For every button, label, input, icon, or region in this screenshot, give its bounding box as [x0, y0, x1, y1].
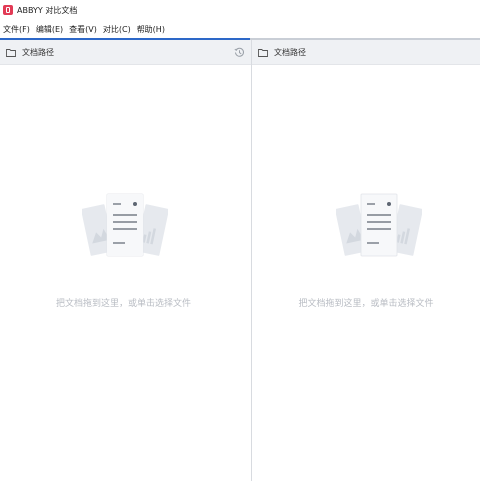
title-bar: ABBYY 对比文档 — [0, 0, 480, 20]
folder-icon[interactable] — [6, 48, 16, 57]
right-document-path-label: 文档路径 — [274, 47, 306, 57]
folder-icon[interactable] — [258, 48, 268, 57]
menu-edit[interactable]: 编辑(E) — [33, 24, 66, 35]
window-title: ABBYY 对比文档 — [17, 5, 78, 15]
right-pane-header[interactable]: 文档路径 — [252, 40, 480, 65]
menu-compare[interactable]: 对比(C) — [100, 24, 134, 35]
documents-illustration — [336, 193, 422, 257]
left-document-pane[interactable]: 文档路径 把文档拖到这里，或单击选择文件 — [0, 40, 251, 481]
history-icon[interactable] — [234, 47, 245, 58]
menu-file[interactable]: 文件(F) — [0, 24, 33, 35]
documents-illustration — [82, 193, 168, 257]
left-document-path-label: 文档路径 — [22, 47, 54, 57]
menu-view[interactable]: 查看(V) — [66, 24, 100, 35]
left-drop-hint[interactable]: 把文档拖到这里，或单击选择文件 — [0, 296, 249, 309]
left-pane-header[interactable]: 文档路径 — [0, 40, 251, 65]
right-drop-hint[interactable]: 把文档拖到这里，或单击选择文件 — [252, 296, 480, 309]
right-document-pane[interactable]: 文档路径 把文档拖到这里，或单击选择文件 — [252, 40, 480, 481]
app-window: ABBYY 对比文档 文件(F) 编辑(E) 查看(V) 对比(C) 帮助(H)… — [0, 0, 480, 481]
abbyy-logo-icon — [3, 5, 13, 15]
menu-bar: 文件(F) 编辑(E) 查看(V) 对比(C) 帮助(H) — [0, 20, 480, 38]
menu-help[interactable]: 帮助(H) — [134, 24, 168, 35]
